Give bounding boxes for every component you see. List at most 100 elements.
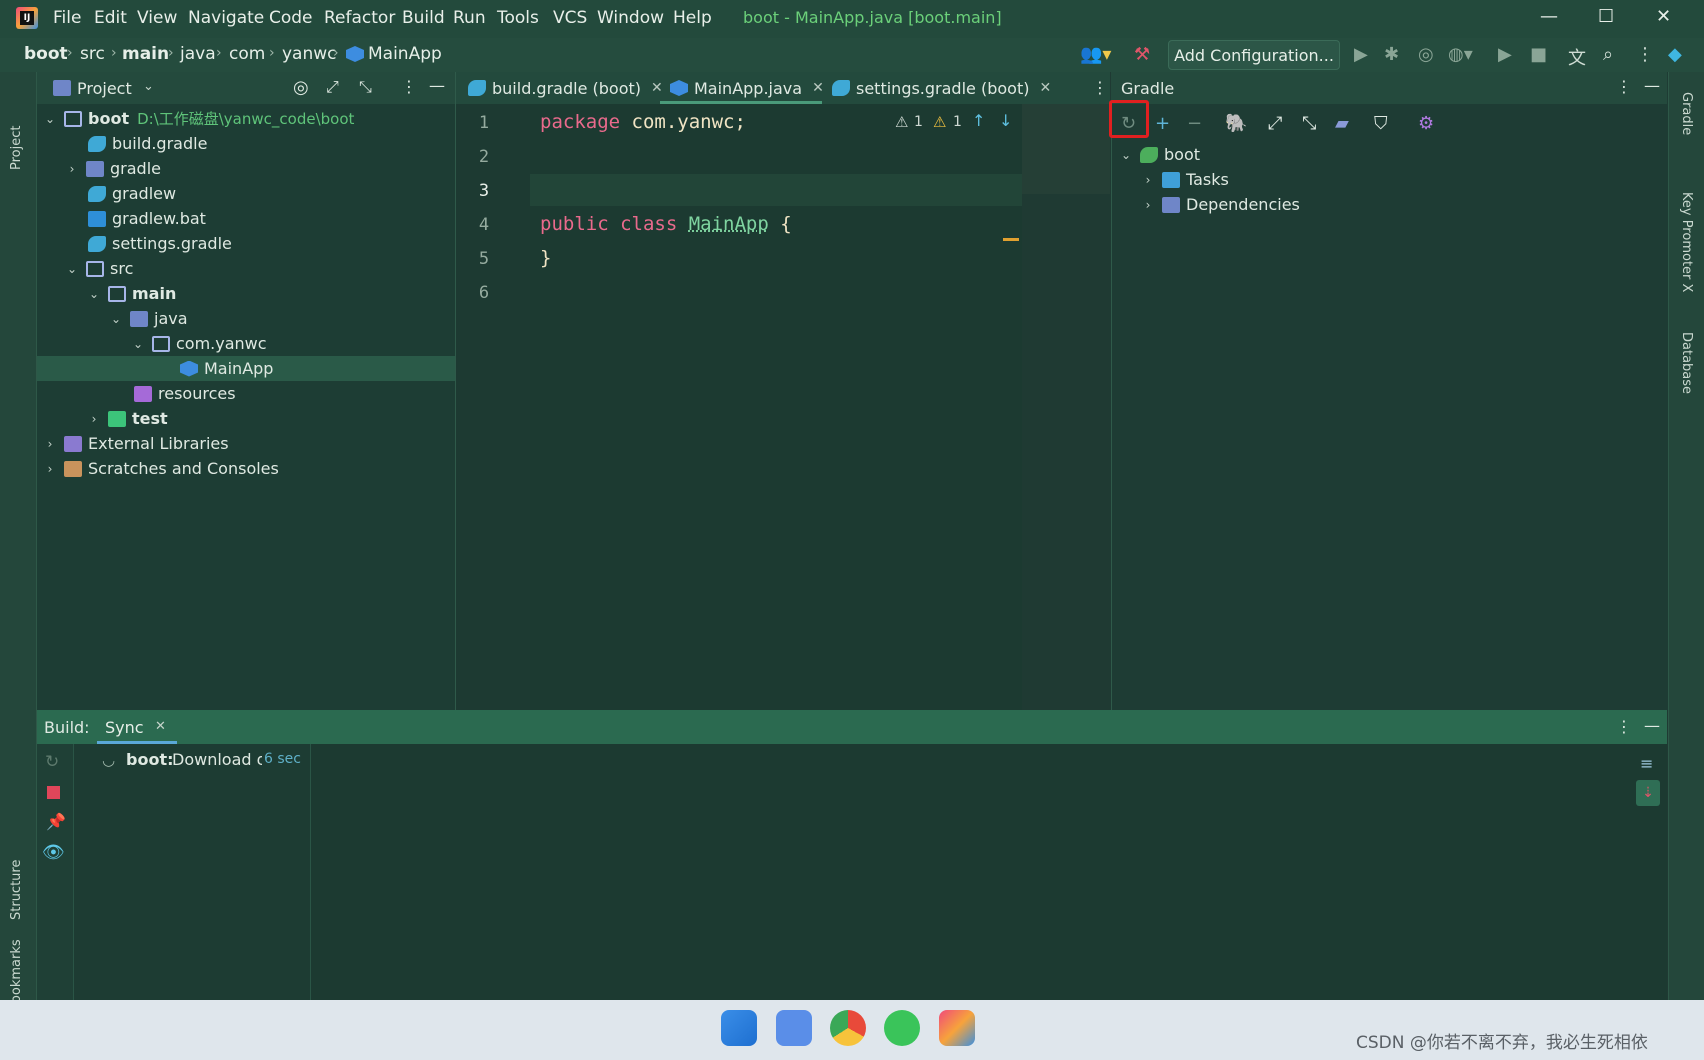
tree-item[interactable]: ⌄ com.yanwc xyxy=(130,331,267,356)
gradle-tree-root[interactable]: ⌄ boot xyxy=(1118,142,1200,167)
add-icon[interactable]: + xyxy=(1155,113,1170,134)
breadcrumb-src[interactable]: src xyxy=(80,44,105,64)
key-promoter-stripe-button[interactable]: Key Promoter X xyxy=(1679,192,1694,292)
translate-icon[interactable]: 文 xyxy=(1568,44,1586,70)
attach-icon[interactable]: ▶ xyxy=(1498,44,1512,65)
chevron-down-icon[interactable]: ⌄ xyxy=(86,287,102,301)
options-icon[interactable]: ⋮ xyxy=(401,77,417,96)
tree-item[interactable]: gradlew xyxy=(88,181,176,206)
database-stripe-button[interactable]: Database xyxy=(1679,332,1694,394)
scroll-to-end-icon[interactable]: ⇣ xyxy=(1636,780,1660,806)
tree-item[interactable]: settings.gradle xyxy=(88,231,232,256)
tree-item[interactable]: ⌄ java xyxy=(108,306,188,331)
debug-icon[interactable]: ✱ xyxy=(1384,44,1399,65)
close-icon[interactable]: ✕ xyxy=(1656,6,1671,27)
minimize-icon[interactable]: — xyxy=(1540,6,1558,27)
folder-icon[interactable]: ▰ xyxy=(1335,113,1349,134)
chevron-down-icon[interactable]: ⌄ xyxy=(64,262,80,276)
start-icon[interactable] xyxy=(721,1010,757,1046)
hammer-icon[interactable]: ⚒ xyxy=(1134,44,1150,65)
chevron-right-icon[interactable]: › xyxy=(42,437,58,451)
chevron-right-icon[interactable]: › xyxy=(1140,173,1156,187)
notes-app-icon[interactable] xyxy=(776,1010,812,1046)
close-tab-icon[interactable]: ✕ xyxy=(651,80,663,96)
tree-item[interactable]: build.gradle xyxy=(88,131,207,156)
hide-panel-icon[interactable]: — xyxy=(1644,716,1660,735)
remove-icon[interactable]: − xyxy=(1187,113,1202,134)
search-icon[interactable]: ⌕ xyxy=(1603,44,1613,65)
coverage-icon[interactable]: ◎ xyxy=(1418,44,1434,65)
menu-tools[interactable]: Tools xyxy=(497,8,539,28)
structure-stripe-button[interactable]: Structure xyxy=(9,820,24,920)
maximize-icon[interactable]: ☐ xyxy=(1598,6,1614,27)
tab-sync[interactable]: Sync ✕ xyxy=(97,710,177,744)
chevron-right-icon[interactable]: › xyxy=(64,162,80,176)
chevron-down-icon[interactable]: ⌄ xyxy=(108,312,124,326)
tab-options-icon[interactable]: ⋮ xyxy=(1092,78,1108,97)
expand-all-icon[interactable]: ⤢ xyxy=(1268,113,1282,134)
options-icon[interactable]: ⋮ xyxy=(1616,717,1632,736)
execute-task-icon[interactable]: 🐘 xyxy=(1225,113,1247,134)
pin-icon[interactable]: 📌 xyxy=(46,812,66,831)
stop-icon[interactable] xyxy=(47,786,60,799)
chevron-down-icon[interactable]: ⌄ xyxy=(130,337,146,351)
collapse-all-icon[interactable]: ⤡ xyxy=(359,77,372,97)
plugin-icon[interactable]: ◆ xyxy=(1668,44,1682,65)
tree-item[interactable]: gradlew.bat xyxy=(88,206,206,231)
tab-build-gradle[interactable]: build.gradle (boot) ✕ xyxy=(468,72,663,104)
menu-refactor[interactable]: Refactor xyxy=(324,8,395,28)
gradle-tree-item-dependencies[interactable]: › Dependencies xyxy=(1140,192,1300,217)
tree-item[interactable]: › External Libraries xyxy=(42,431,229,456)
tree-item[interactable]: › Scratches and Consoles xyxy=(42,456,279,481)
breadcrumb-mainapp[interactable]: MainApp xyxy=(368,44,442,64)
breadcrumb-main[interactable]: main xyxy=(122,44,169,64)
chevron-down-icon[interactable]: ⌄ xyxy=(1118,148,1134,162)
gradle-stripe-button[interactable]: Gradle xyxy=(1679,92,1694,135)
eye-icon[interactable]: 👁 xyxy=(42,842,65,863)
users-icon[interactable]: 👥▾ xyxy=(1080,44,1111,65)
breadcrumb-boot[interactable]: boot xyxy=(24,44,68,64)
weak-warning-icon[interactable]: ⚠ xyxy=(895,113,908,131)
close-tab-icon[interactable]: ✕ xyxy=(812,80,824,96)
menu-code[interactable]: Code xyxy=(269,8,313,28)
project-panel-title[interactable]: Project xyxy=(77,79,132,98)
warning-icon[interactable]: ⚠ xyxy=(933,113,946,131)
intellij-taskbar-icon[interactable] xyxy=(939,1010,975,1046)
build-task-name[interactable]: boot: xyxy=(126,750,173,769)
tree-item[interactable]: ⌄ src xyxy=(64,256,133,281)
chevron-right-icon[interactable]: › xyxy=(42,462,58,476)
chevron-right-icon[interactable]: › xyxy=(1140,198,1156,212)
menu-view[interactable]: View xyxy=(137,8,177,28)
code-line-5[interactable]: } xyxy=(540,247,551,269)
locate-icon[interactable]: ◎ xyxy=(293,77,309,98)
run-icon[interactable]: ▶ xyxy=(1354,44,1368,65)
wechat-icon[interactable] xyxy=(884,1010,920,1046)
menu-navigate[interactable]: Navigate xyxy=(188,8,264,28)
menu-run[interactable]: Run xyxy=(453,8,486,28)
close-tab-icon[interactable]: ✕ xyxy=(1039,80,1051,96)
gear-icon[interactable]: ⚙ xyxy=(1418,113,1434,134)
add-configuration-button[interactable]: Add Configuration... xyxy=(1168,40,1340,70)
menu-edit[interactable]: Edit xyxy=(94,8,127,28)
warning-stripe-marker[interactable] xyxy=(1003,238,1019,241)
toggle-offline-icon[interactable]: ⛉ xyxy=(1374,113,1388,134)
gradle-tree-item-tasks[interactable]: › Tasks xyxy=(1140,167,1229,192)
menu-help[interactable]: Help xyxy=(673,8,712,28)
menu-vcs[interactable]: VCS xyxy=(553,8,587,28)
close-tab-icon[interactable]: ✕ xyxy=(155,719,166,734)
menu-build[interactable]: Build xyxy=(402,8,445,28)
hide-panel-icon[interactable]: — xyxy=(429,76,445,95)
chevron-down-icon[interactable]: ⌄ xyxy=(42,112,58,126)
tree-item-selected[interactable]: MainApp xyxy=(180,356,273,381)
chrome-icon[interactable] xyxy=(830,1010,866,1046)
stop-icon[interactable]: ■ xyxy=(1530,44,1547,65)
more-icon[interactable]: ⋮ xyxy=(1636,44,1654,65)
code-line-1[interactable]: package com.yanwc; xyxy=(540,111,746,133)
next-highlight-icon[interactable]: ↓ xyxy=(999,111,1012,130)
menu-file[interactable]: File xyxy=(53,8,81,28)
reload-icon[interactable]: ↻ xyxy=(45,752,59,772)
tree-item-root[interactable]: ⌄ boot D:\工作磁盘\yanwc_code\boot xyxy=(42,106,354,131)
options-icon[interactable]: ⋮ xyxy=(1616,77,1632,96)
hide-panel-icon[interactable]: — xyxy=(1644,76,1660,95)
code-line-4[interactable]: public class MainApp { xyxy=(540,213,792,235)
